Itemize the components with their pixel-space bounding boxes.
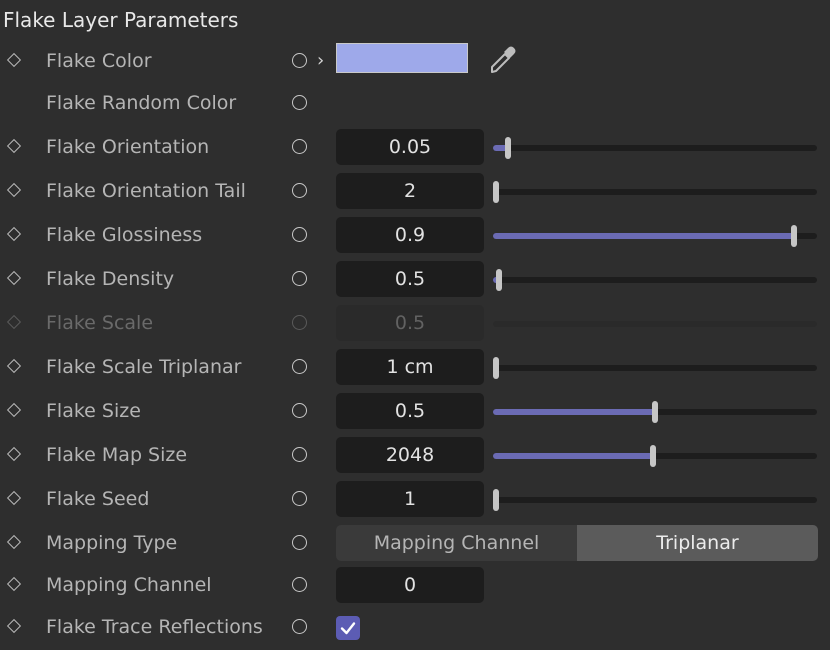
flake-size-label: Flake Size — [46, 400, 141, 422]
eyedropper-icon[interactable] — [486, 42, 520, 76]
row-flake-map-size: Flake Map Size 2048 — [0, 434, 830, 478]
keyframe-diamond-icon[interactable] — [6, 490, 22, 506]
mapping-type-label: Mapping Type — [46, 532, 178, 554]
flake-scale-triplanar-slider[interactable] — [493, 357, 817, 379]
flake-density-label: Flake Density — [46, 268, 175, 290]
flake-orientation-tail-field[interactable]: 2 — [336, 173, 484, 209]
flake-scale-triplanar-field[interactable]: 1 cm — [336, 349, 484, 385]
row-flake-color: Flake Color › — [0, 40, 830, 84]
flake-scale-slider — [493, 321, 817, 327]
flake-random-color-label: Flake Random Color — [46, 92, 237, 114]
flake-orientation-label: Flake Orientation — [46, 136, 210, 158]
row-flake-trace-reflections: Flake Trace Reflections — [0, 606, 830, 650]
flake-trace-reflections-checkbox[interactable] — [336, 616, 360, 640]
keyframe-diamond-icon[interactable] — [6, 138, 22, 154]
row-flake-glossiness: Flake Glossiness 0.9 — [0, 214, 830, 258]
animation-circle-icon[interactable] — [292, 227, 307, 242]
row-flake-scale-triplanar: Flake Scale Triplanar 1 cm — [0, 346, 830, 390]
slider-fill — [493, 453, 653, 459]
slider-fill — [493, 233, 794, 239]
animation-circle-icon[interactable] — [292, 535, 307, 550]
flake-scale-label: Flake Scale — [46, 312, 154, 334]
row-flake-seed: Flake Seed 1 — [0, 478, 830, 522]
animation-circle-icon[interactable] — [292, 577, 307, 592]
animation-circle-icon[interactable] — [292, 619, 307, 634]
slider-handle[interactable] — [493, 489, 499, 511]
animation-circle-icon[interactable] — [292, 403, 307, 418]
animation-circle-icon[interactable] — [292, 183, 307, 198]
flake-orientation-slider[interactable] — [493, 137, 817, 159]
slider-handle[interactable] — [493, 357, 499, 379]
keyframe-diamond-icon[interactable] — [6, 402, 22, 418]
row-flake-random-color: Flake Random Color — [0, 82, 830, 126]
flake-map-size-field[interactable]: 2048 — [336, 437, 484, 473]
flake-glossiness-slider[interactable] — [493, 225, 817, 247]
keyframe-diamond-icon — [6, 314, 22, 330]
keyframe-diamond-icon[interactable] — [6, 446, 22, 462]
row-flake-orientation-tail: Flake Orientation Tail 2 — [0, 170, 830, 214]
flake-orientation-tail-slider[interactable] — [493, 181, 817, 203]
row-mapping-type: Mapping Type Mapping Channel Triplanar — [0, 522, 830, 566]
flake-seed-label: Flake Seed — [46, 488, 150, 510]
slider-handle[interactable] — [496, 269, 502, 291]
animation-circle-icon[interactable] — [292, 447, 307, 462]
keyframe-diamond-icon[interactable] — [6, 576, 22, 592]
flake-seed-slider[interactable] — [493, 489, 817, 511]
slider-handle[interactable] — [493, 181, 499, 203]
flake-trace-reflections-label: Flake Trace Reflections — [46, 616, 263, 638]
flake-glossiness-label: Flake Glossiness — [46, 224, 203, 246]
animation-circle-icon[interactable] — [292, 95, 307, 110]
animation-circle-icon[interactable] — [292, 359, 307, 374]
checkmark-icon — [340, 622, 356, 635]
flake-size-slider[interactable] — [493, 401, 817, 423]
flake-seed-field[interactable]: 1 — [336, 481, 484, 517]
keyframe-diamond-icon[interactable] — [6, 52, 22, 68]
panel-title: Flake Layer Parameters — [3, 8, 239, 32]
flake-orientation-field[interactable]: 0.05 — [336, 129, 484, 165]
keyframe-diamond-icon[interactable] — [6, 534, 22, 550]
row-mapping-channel: Mapping Channel 0 — [0, 564, 830, 608]
mapping-channel-label: Mapping Channel — [46, 574, 212, 596]
mapping-type-option-mapping-channel[interactable]: Mapping Channel — [336, 525, 577, 561]
slider-handle[interactable] — [791, 225, 797, 247]
flake-size-field[interactable]: 0.5 — [336, 393, 484, 429]
row-flake-size: Flake Size 0.5 — [0, 390, 830, 434]
keyframe-diamond-icon[interactable] — [6, 182, 22, 198]
slider-handle[interactable] — [650, 445, 656, 467]
mapping-type-segmented-control: Mapping Channel Triplanar — [336, 525, 818, 561]
flake-color-label: Flake Color — [46, 50, 152, 72]
animation-circle-icon[interactable] — [292, 271, 307, 286]
flake-map-size-slider[interactable] — [493, 445, 817, 467]
row-flake-density: Flake Density 0.5 — [0, 258, 830, 302]
row-flake-scale: Flake Scale 0.5 — [0, 302, 830, 346]
flake-scale-triplanar-label: Flake Scale Triplanar — [46, 356, 242, 378]
animation-circle-icon — [292, 315, 307, 330]
mapping-channel-field[interactable]: 0 — [336, 567, 484, 603]
flake-scale-field: 0.5 — [336, 305, 484, 341]
slider-fill — [493, 409, 655, 415]
keyframe-diamond-icon[interactable] — [6, 226, 22, 242]
keyframe-diamond-icon[interactable] — [6, 618, 22, 634]
row-flake-orientation: Flake Orientation 0.05 — [0, 126, 830, 170]
keyframe-diamond-icon[interactable] — [6, 270, 22, 286]
slider-handle[interactable] — [505, 137, 511, 159]
flake-color-swatch[interactable] — [336, 43, 468, 73]
chevron-right-icon[interactable]: › — [317, 50, 324, 71]
flake-density-field[interactable]: 0.5 — [336, 261, 484, 297]
flake-orientation-tail-label: Flake Orientation Tail — [46, 180, 246, 202]
flake-glossiness-field[interactable]: 0.9 — [336, 217, 484, 253]
flake-map-size-label: Flake Map Size — [46, 444, 188, 466]
keyframe-diamond-icon[interactable] — [6, 358, 22, 374]
animation-circle-icon[interactable] — [292, 139, 307, 154]
slider-handle[interactable] — [652, 401, 658, 423]
animation-circle-icon[interactable] — [292, 53, 307, 68]
flake-density-slider[interactable] — [493, 269, 817, 291]
mapping-type-option-triplanar[interactable]: Triplanar — [577, 525, 818, 561]
animation-circle-icon[interactable] — [292, 491, 307, 506]
